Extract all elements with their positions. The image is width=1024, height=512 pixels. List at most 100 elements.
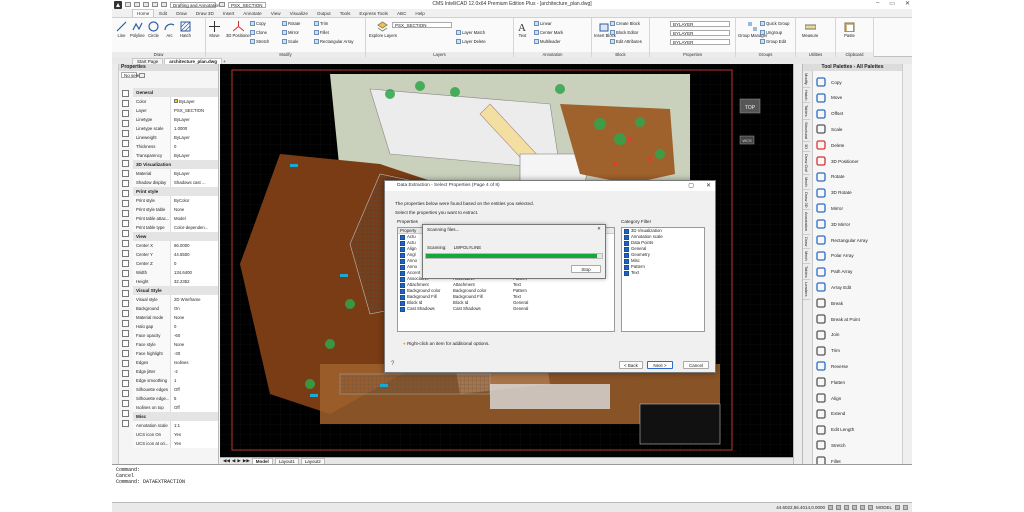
property-value[interactable]: 66.0000 <box>171 241 218 250</box>
property-row[interactable]: Edge smoothing 1 <box>133 376 218 385</box>
palette-tool-path-array[interactable]: Path Array <box>815 266 852 278</box>
block-editor-button[interactable]: Block Editor <box>610 30 638 35</box>
palette-tool-scale[interactable]: Scale <box>815 123 843 135</box>
property-row[interactable]: Face highlight -30 <box>133 349 218 358</box>
lineweight-combo[interactable]: BYLAYER <box>670 39 730 45</box>
paste-button[interactable]: Paste <box>844 21 855 38</box>
property-category-general[interactable]: General <box>133 88 218 97</box>
property-value[interactable]: 1:1 <box>171 421 218 430</box>
fillet-button[interactable]: Fillet <box>314 30 329 35</box>
clone-button[interactable]: Clone <box>250 30 267 35</box>
group-edit-button[interactable]: Group Edit <box>760 39 786 44</box>
property-value[interactable]: Off <box>171 385 218 394</box>
hatch-button[interactable]: Hatch <box>180 21 191 38</box>
property-value[interactable]: Yes <box>171 430 218 439</box>
property-row[interactable]: Silhouette edge... 5 <box>133 394 218 403</box>
draw-tool-icon[interactable] <box>122 110 129 117</box>
stretch-button[interactable]: Stretch <box>250 39 269 44</box>
edit-attributes-button[interactable]: Edit Attributes <box>610 39 642 44</box>
draw-tool-icon[interactable] <box>122 220 129 227</box>
tab-draw-3d[interactable]: Draw 3D <box>192 10 218 17</box>
stop-button[interactable]: Stop <box>571 265 601 273</box>
property-row[interactable]: Center Y 44.5500 <box>133 250 218 259</box>
checkbox[interactable] <box>400 282 405 288</box>
polar-toggle-icon[interactable] <box>851 505 857 510</box>
property-row[interactable]: Edges Isolines <box>133 358 218 367</box>
back-button[interactable]: < Back <box>619 361 643 369</box>
palette-tab-2[interactable]: Tables <box>803 103 810 120</box>
move-button[interactable]: Move <box>209 21 220 38</box>
palette-tool-flatten[interactable]: Flatten <box>815 376 845 388</box>
draw-tool-icon[interactable] <box>122 170 129 177</box>
property-list-row[interactable]: Cast Shadows Cast Shadows General <box>398 306 614 312</box>
annotation-scale-icon[interactable] <box>895 505 900 510</box>
draw-tool-icon[interactable] <box>122 310 129 317</box>
palette-tool-3d-rotate[interactable]: 3D Rotate <box>815 187 852 199</box>
property-row[interactable]: Visual style 2D Wireframe <box>133 295 218 304</box>
layer-match-button[interactable]: Layer Match <box>456 30 485 35</box>
property-value[interactable]: 1 <box>171 376 218 385</box>
property-row[interactable]: Material ByLayer <box>133 169 218 178</box>
tab-tools[interactable]: Tools <box>336 10 355 17</box>
draw-tool-icon[interactable] <box>122 340 129 347</box>
property-row[interactable]: Print table attac... Model <box>133 214 218 223</box>
checkbox[interactable] <box>400 264 405 270</box>
palette-tab-1[interactable]: Hatch <box>803 88 810 104</box>
minimize-icon[interactable]: – <box>876 0 879 7</box>
palette-tool-align[interactable]: Align <box>815 392 841 404</box>
palette-tool-mirror[interactable]: Mirror <box>815 202 843 214</box>
property-value[interactable]: Color-dependen... <box>171 223 218 232</box>
palette-tool-delete[interactable]: Delete <box>815 139 844 151</box>
property-row[interactable]: Print table type Color-dependen... <box>133 223 218 232</box>
draw-tool-icon[interactable] <box>122 410 129 417</box>
property-row[interactable]: Edge jitter -2 <box>133 367 218 376</box>
palette-tool-copy[interactable]: Copy <box>815 76 842 88</box>
property-row[interactable]: UCS icon On Yes <box>133 430 218 439</box>
help-icon[interactable]: ? <box>391 361 394 367</box>
property-value[interactable]: 44.5500 <box>171 250 218 259</box>
palette-tab-11[interactable]: Tables <box>803 264 810 281</box>
palette-tab-10[interactable]: Mech <box>803 249 810 264</box>
palette-tool-offset[interactable]: Offset <box>815 108 843 120</box>
property-value[interactable]: None <box>171 313 218 322</box>
draw-tool-icon[interactable] <box>122 210 129 217</box>
draw-tool-icon[interactable] <box>122 420 129 427</box>
property-row[interactable]: Print style table None <box>133 205 218 214</box>
palette-tab-0[interactable]: Modify <box>803 71 810 88</box>
property-value[interactable]: ByLayer <box>171 169 218 178</box>
layer-delete-button[interactable]: Layer Delete <box>456 39 486 44</box>
checkbox[interactable] <box>400 258 405 264</box>
tab-help[interactable]: Help <box>411 10 428 17</box>
checkbox[interactable] <box>400 234 405 240</box>
layer-combo[interactable]: PSX_SECTION <box>392 22 452 28</box>
palette-tool-polar-array[interactable]: Polar Array <box>815 250 854 262</box>
property-row[interactable]: Linetype ByLayer <box>133 115 218 124</box>
viewcube-wcs-label[interactable]: WCS <box>742 138 752 143</box>
category-filter-list[interactable]: 3D Visualization Annotation scale Data Poi… <box>621 227 705 332</box>
property-value[interactable]: ByLayer <box>171 151 218 160</box>
property-row[interactable]: Face style None <box>133 340 218 349</box>
property-category-3d-visualization[interactable]: 3D Visualization <box>133 160 218 169</box>
checkbox[interactable] <box>400 294 405 300</box>
color-combo[interactable]: BYLAYER <box>670 21 730 27</box>
property-category-view[interactable]: View <box>133 232 218 241</box>
quick-group-button[interactable]: Quick Group <box>760 21 790 26</box>
palette-tool-array-edit[interactable]: Array Edit <box>815 281 851 293</box>
checkbox[interactable] <box>400 300 405 306</box>
measure-button[interactable]: Measure <box>802 21 818 38</box>
rectangular-array-button[interactable]: Rectangular Array <box>314 39 354 44</box>
draw-tool-icon[interactable] <box>122 370 129 377</box>
checkbox[interactable] <box>624 234 629 240</box>
checkbox[interactable] <box>400 306 405 312</box>
palette-tool-move[interactable]: Move <box>815 92 842 104</box>
property-category-misc[interactable]: Misc <box>133 412 218 421</box>
tab-abc[interactable]: ABC <box>393 10 410 17</box>
property-value[interactable]: 0 <box>171 142 218 151</box>
tab-home[interactable]: Home <box>132 9 155 17</box>
property-category-visual-style[interactable]: Visual Style <box>133 286 218 295</box>
draw-tool-icon[interactable] <box>122 280 129 287</box>
draw-tool-icon[interactable] <box>122 380 129 387</box>
draw-tool-icon[interactable] <box>122 320 129 327</box>
text-button[interactable]: A Text <box>517 21 528 38</box>
grid-toggle-icon[interactable] <box>835 505 841 510</box>
